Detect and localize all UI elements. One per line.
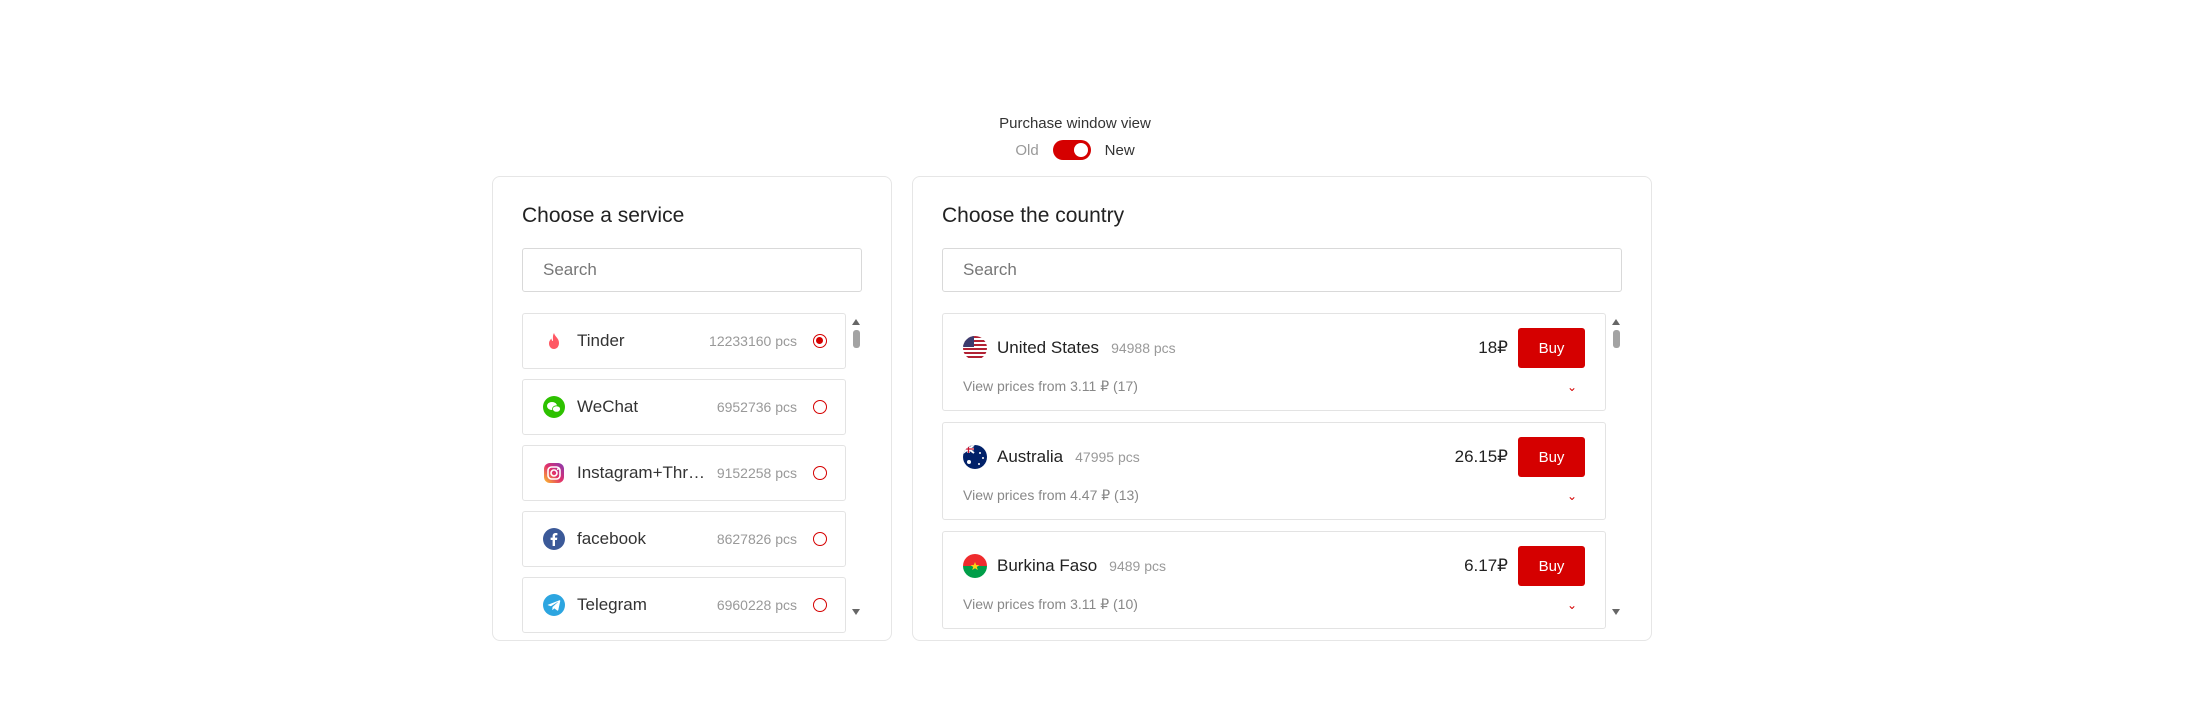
us-flag-icon xyxy=(963,336,987,360)
country-item-burkina-faso: Burkina Faso 9489 pcs 6.17₽ Buy View pri… xyxy=(942,531,1606,629)
country-name: Australia xyxy=(997,447,1064,466)
tinder-icon xyxy=(543,330,565,352)
toggle-new-label[interactable]: New xyxy=(1105,142,1135,159)
view-toggle-switch[interactable] xyxy=(1052,140,1091,160)
country-count: 47995 pcs xyxy=(1075,449,1140,465)
service-name: Telegram xyxy=(577,595,647,614)
facebook-icon xyxy=(543,528,565,550)
service-radio[interactable] xyxy=(813,400,827,414)
chevron-down-icon[interactable]: ⌄ xyxy=(1567,598,1577,612)
chevron-down-icon[interactable]: ⌄ xyxy=(1567,380,1577,394)
scroll-thumb[interactable] xyxy=(853,330,860,348)
service-item-telegram[interactable]: Telegram 6960228 pcs xyxy=(522,577,846,633)
service-list: Tinder 12233160 pcs WeChat 6952736 pcs I… xyxy=(522,313,846,640)
scroll-thumb[interactable] xyxy=(1613,330,1620,348)
country-panel: Choose the country United States 94988 p… xyxy=(912,176,1652,641)
country-count: 94988 pcs xyxy=(1111,340,1176,356)
toggle-old-label[interactable]: Old xyxy=(1015,142,1038,159)
country-name: Burkina Faso xyxy=(997,556,1098,575)
wechat-icon xyxy=(543,396,565,418)
toggle-knob xyxy=(1073,143,1088,157)
country-scrollbar[interactable] xyxy=(1610,313,1622,621)
chevron-down-icon[interactable]: ⌄ xyxy=(1567,489,1577,503)
service-radio[interactable] xyxy=(813,466,827,480)
buy-button[interactable]: Buy xyxy=(1518,328,1585,368)
service-item-facebook[interactable]: facebook 8627826 pcs xyxy=(522,511,846,567)
service-scrollbar[interactable] xyxy=(850,313,862,621)
country-price: 18₽ xyxy=(1478,338,1508,357)
view-prices-link[interactable]: View prices from 4.47 ₽ (13) xyxy=(963,487,1139,504)
scroll-up-arrow-icon[interactable] xyxy=(1612,319,1620,325)
country-name: United States xyxy=(997,338,1100,357)
view-prices-row[interactable]: View prices from 3.11 ₽ (10) ⌄ xyxy=(963,596,1585,613)
country-search-input[interactable] xyxy=(942,248,1622,292)
service-item-instagram[interactable]: Instagram+Thre... 9152258 pcs xyxy=(522,445,846,501)
view-prices-row[interactable]: View prices from 4.47 ₽ (13) ⌄ xyxy=(963,487,1585,504)
service-item-wechat[interactable]: WeChat 6952736 pcs xyxy=(522,379,846,435)
view-prices-link[interactable]: View prices from 3.11 ₽ (17) xyxy=(963,378,1138,395)
service-panel: Choose a service Tinder 12233160 pcs WeC… xyxy=(492,176,892,641)
service-count: 8627826 pcs xyxy=(716,531,797,547)
view-prices-row[interactable]: View prices from 3.11 ₽ (17) ⌄ xyxy=(963,378,1585,395)
country-panel-title: Choose the country xyxy=(942,204,1125,227)
instagram-icon xyxy=(543,462,565,484)
country-item-australia: Australia 47995 pcs 26.15₽ Buy View pric… xyxy=(942,422,1606,520)
service-search-input[interactable] xyxy=(522,248,862,292)
country-price: 6.17₽ xyxy=(1464,556,1508,575)
country-price: 26.15₽ xyxy=(1454,447,1508,466)
view-prices-link[interactable]: View prices from 3.11 ₽ (10) xyxy=(963,596,1138,613)
country-list: United States 94988 pcs 18₽ Buy View pri… xyxy=(942,313,1606,640)
service-name: Tinder xyxy=(577,331,625,350)
service-radio[interactable] xyxy=(813,532,827,546)
service-name: facebook xyxy=(577,529,646,548)
service-count: 6952736 pcs xyxy=(716,399,797,415)
au-flag-icon xyxy=(963,445,987,469)
scroll-up-arrow-icon[interactable] xyxy=(852,319,860,325)
country-count: 9489 pcs xyxy=(1109,558,1166,574)
service-name: Instagram+Thre... xyxy=(577,463,709,482)
service-radio[interactable] xyxy=(813,334,827,348)
bf-flag-icon xyxy=(963,554,987,578)
view-toggle-row: Old New xyxy=(0,140,2150,160)
scroll-down-arrow-icon[interactable] xyxy=(1612,609,1620,615)
view-toggle-title: Purchase window view xyxy=(999,115,1151,132)
service-panel-title: Choose a service xyxy=(522,204,685,227)
service-count: 9152258 pcs xyxy=(716,465,797,481)
service-count: 6960228 pcs xyxy=(716,597,797,613)
scroll-down-arrow-icon[interactable] xyxy=(852,609,860,615)
service-radio[interactable] xyxy=(813,598,827,612)
buy-button[interactable]: Buy xyxy=(1518,437,1585,477)
service-item-tinder[interactable]: Tinder 12233160 pcs xyxy=(522,313,846,369)
telegram-icon xyxy=(543,594,565,616)
service-name: WeChat xyxy=(577,397,639,416)
service-count: 12233160 pcs xyxy=(709,333,797,349)
view-toggle-section: Purchase window view Old New xyxy=(0,113,2150,160)
country-item-united-states: United States 94988 pcs 18₽ Buy View pri… xyxy=(942,313,1606,411)
buy-button[interactable]: Buy xyxy=(1518,546,1585,586)
